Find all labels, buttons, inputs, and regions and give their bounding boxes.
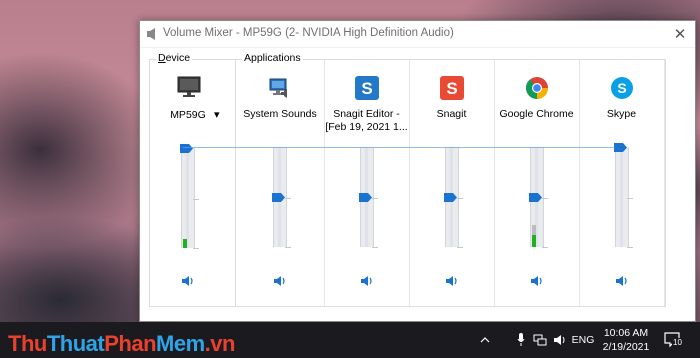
skype-icon[interactable]: S xyxy=(610,76,634,100)
app-name-line1: Snagit xyxy=(436,108,467,120)
tick-mark xyxy=(456,247,463,248)
monitor-icon xyxy=(177,76,201,97)
tick-mark xyxy=(626,247,633,248)
app-name-label[interactable]: System Sounds xyxy=(236,108,324,121)
app-name-line1: Snagit Editor - xyxy=(333,108,400,120)
speaker-icon xyxy=(147,28,155,40)
app-volume-track[interactable] xyxy=(614,147,629,247)
device-peak-meter xyxy=(183,239,187,248)
svg-text:S: S xyxy=(446,79,457,98)
tick-mark xyxy=(371,247,378,248)
mixer-client-area: Device MP59G ▾ Applications System Sound… xyxy=(140,48,695,321)
app-volume-slider-thumb[interactable] xyxy=(443,193,457,202)
clock-date: 2/19/2021 xyxy=(602,341,650,353)
applications-group-label: Applications xyxy=(242,52,303,64)
snagit-icon[interactable]: S xyxy=(439,76,464,100)
language-indicator[interactable]: ENG xyxy=(572,330,595,350)
clock[interactable]: 10:06 AM 2/19/2021 xyxy=(596,326,656,354)
column-divider xyxy=(664,60,665,306)
device-mute-speaker-icon[interactable] xyxy=(181,275,195,287)
microphone-icon[interactable] xyxy=(514,330,528,350)
app-name-line2: [Feb 19, 2021 1... xyxy=(325,121,408,133)
tick-mark xyxy=(626,198,633,199)
app-name-line1: System Sounds xyxy=(243,108,317,120)
app-name-line1: Google Chrome xyxy=(499,108,574,120)
chevron-up-icon[interactable] xyxy=(478,330,492,350)
watermark-logo: ThuThuatPhanMem.vn xyxy=(8,331,235,356)
device-volume-track[interactable] xyxy=(181,148,195,248)
app-mute-speaker-icon[interactable] xyxy=(615,275,629,287)
app-name-line1: Skype xyxy=(606,108,637,120)
window-title: Volume Mixer - MP59G (2- NVIDIA High Def… xyxy=(163,27,454,39)
app-volume-slider-thumb[interactable] xyxy=(528,193,542,202)
close-button[interactable]: ✕ xyxy=(665,21,695,47)
device-name[interactable]: MP59G xyxy=(168,109,208,122)
network-icon[interactable] xyxy=(532,330,548,350)
app-name-label[interactable]: Google Chrome xyxy=(494,108,579,121)
snagit-editor-icon[interactable]: S xyxy=(354,76,379,100)
app-mute-speaker-icon[interactable] xyxy=(360,275,374,287)
device-group-label: Device xyxy=(156,52,193,64)
tick-mark xyxy=(285,198,291,199)
chevron-down-icon[interactable]: ▾ xyxy=(214,108,220,121)
tick-mark xyxy=(541,198,548,199)
device-volume-slider-thumb[interactable] xyxy=(180,144,193,153)
system-sounds-icon[interactable] xyxy=(268,76,292,100)
column-divider xyxy=(409,60,410,306)
app-name-label[interactable]: Skype xyxy=(579,108,664,121)
tick-mark xyxy=(371,198,378,199)
clock-time: 10:06 AM xyxy=(603,327,649,339)
app-mute-speaker-icon[interactable] xyxy=(530,275,544,287)
app-mute-speaker-icon[interactable] xyxy=(273,275,287,287)
column-divider xyxy=(324,60,325,306)
column-divider xyxy=(579,60,580,306)
title-bar[interactable]: Volume Mixer - MP59G (2- NVIDIA High Def… xyxy=(140,21,695,47)
volume-tray-icon[interactable] xyxy=(552,330,568,350)
app-volume-slider-thumb[interactable] xyxy=(613,143,627,152)
tick-mark xyxy=(193,248,199,249)
app-peak-meter-hold xyxy=(531,225,536,235)
svg-text:S: S xyxy=(617,80,626,96)
notification-center-button[interactable]: 10 xyxy=(664,330,684,350)
app-name-label[interactable]: Snagit Editor - [Feb 19, 2021 1... xyxy=(324,108,409,134)
tick-mark xyxy=(285,247,291,248)
device-volume-cap-line xyxy=(183,147,615,148)
tick-mark xyxy=(541,247,548,248)
chrome-icon[interactable] xyxy=(525,76,549,100)
column-divider xyxy=(494,60,495,306)
app-name-label[interactable]: Snagit xyxy=(409,108,494,121)
app-volume-slider-thumb[interactable] xyxy=(272,193,285,202)
close-icon: ✕ xyxy=(673,26,687,43)
device-group: Device MP59G ▾ xyxy=(149,52,236,307)
app-mute-speaker-icon[interactable] xyxy=(445,275,459,287)
volume-mixer-window: Volume Mixer - MP59G (2- NVIDIA High Def… xyxy=(139,20,696,322)
notification-count-badge: 10 xyxy=(672,338,683,347)
tick-mark xyxy=(193,199,199,200)
app-volume-slider-thumb[interactable] xyxy=(358,193,372,202)
tick-mark xyxy=(456,198,463,199)
svg-text:S: S xyxy=(361,79,372,98)
